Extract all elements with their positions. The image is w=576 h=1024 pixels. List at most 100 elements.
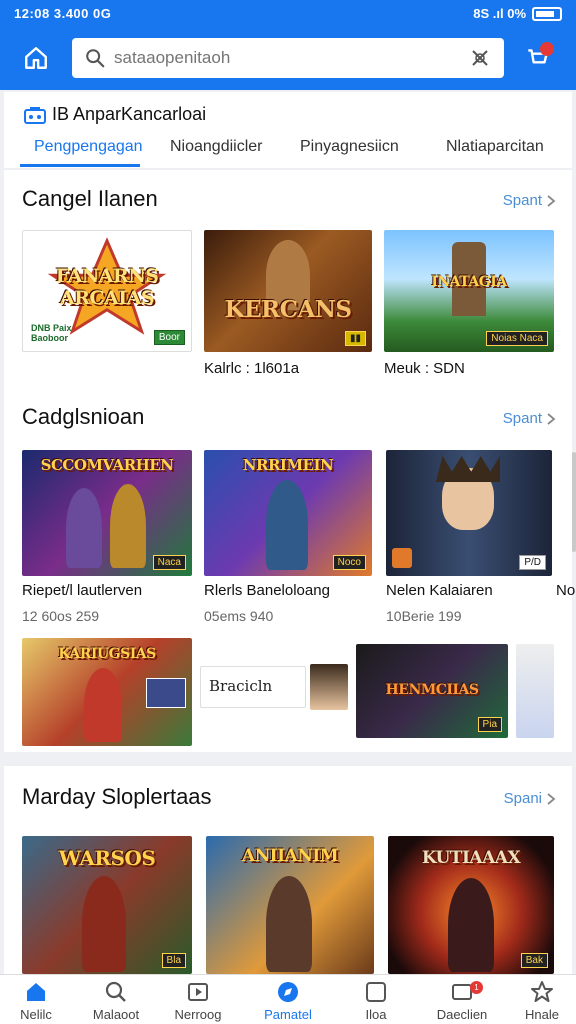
search-input[interactable] bbox=[114, 48, 468, 68]
game-tile-2[interactable]: KERCANS ▮▮ bbox=[204, 230, 372, 352]
status-indicators: 8S .ıl 0% bbox=[473, 6, 562, 21]
tile-subcaption: 12 60os 259 bbox=[22, 608, 100, 624]
game-tile-12[interactable]: ANIIANIM bbox=[206, 836, 374, 974]
app-header: 12:08 3.400 0G 8S .ıl 0% bbox=[0, 0, 576, 90]
nav-label: Daeclien bbox=[436, 1007, 488, 1022]
search-bar[interactable] bbox=[72, 38, 504, 78]
search-icon bbox=[105, 981, 126, 1002]
tile-tag: DNB Paix Baoboor bbox=[31, 323, 72, 343]
tile-chip: Naca bbox=[152, 555, 186, 570]
store-brand: IB AnparKancarloai bbox=[24, 104, 206, 125]
more-label: Spani bbox=[503, 790, 542, 807]
nav-item-5[interactable]: Iloa bbox=[340, 979, 412, 1022]
tile-caption: Meuk : SDN bbox=[384, 360, 465, 377]
section-more-link-1[interactable]: Spant bbox=[503, 192, 556, 209]
bottom-navigation: Nelilc Malaoot Nerroog Pamatel Iloa 1 Da… bbox=[0, 974, 576, 1024]
status-bar: 12:08 3.400 0G 8S .ıl 0% bbox=[0, 0, 576, 30]
tab-4[interactable]: Nlatiaparcitan bbox=[446, 138, 544, 156]
nav-item-1[interactable]: Nelilc bbox=[0, 979, 72, 1022]
game-tile-5[interactable]: NRRIMEIN Noco bbox=[204, 450, 372, 576]
clear-icon[interactable] bbox=[468, 46, 492, 70]
tab-2[interactable]: Nioangdiicler bbox=[170, 138, 263, 156]
game-tile-7[interactable]: KARIUGSIAS bbox=[22, 638, 192, 746]
nav-item-6[interactable]: 1 Daeclien bbox=[426, 979, 498, 1022]
hero-figure bbox=[110, 484, 146, 568]
section-title-2: Cadglsnioan bbox=[22, 404, 145, 429]
character-thumb[interactable] bbox=[310, 664, 348, 710]
scrollbar[interactable] bbox=[572, 452, 576, 552]
tile-chip: Boor bbox=[153, 330, 185, 345]
nav-label: Iloa bbox=[365, 1007, 387, 1022]
tile-subcaption: 10Berie 199 bbox=[386, 608, 462, 624]
nav-label: Nerroog bbox=[174, 1007, 222, 1022]
tile-logo: FANARNS ARCAIAS bbox=[55, 265, 159, 309]
nav-item-7[interactable]: Hnale bbox=[506, 979, 576, 1022]
nav-item-3[interactable]: Nerroog bbox=[162, 979, 234, 1022]
tile-logo: ANIIANIM bbox=[241, 846, 339, 866]
game-tile-10-partial[interactable] bbox=[516, 644, 554, 738]
featured-panel: Marday Sloplertaas Spani WARSOS Bla ANII… bbox=[4, 766, 572, 978]
game-tile-11[interactable]: WARSOS Bla bbox=[22, 836, 192, 974]
tile-chip: Pia bbox=[477, 717, 502, 732]
tile-label: Bracicln bbox=[209, 677, 273, 695]
nav-label: Hnale bbox=[525, 1007, 559, 1022]
hero-figure bbox=[266, 876, 312, 972]
section-title-3: Marday Sloplertaas bbox=[22, 784, 212, 809]
section-more-link-2[interactable]: Spant bbox=[503, 410, 556, 427]
category-panel: Cangel Ilanen Spant FANARNS ARCAIAS DNB … bbox=[4, 170, 575, 752]
nav-item-4[interactable]: Pamatel bbox=[252, 979, 324, 1022]
game-tile-6[interactable]: P/D bbox=[386, 450, 552, 576]
game-tile-9[interactable]: HENMCIIAS Pia bbox=[356, 644, 508, 738]
star-icon bbox=[531, 981, 553, 1002]
section-title-1: Cangel Ilanen bbox=[22, 186, 158, 211]
tile-caption: Rlerls Baneloloang bbox=[204, 582, 330, 599]
tile-caption: Riepet/l lautlerven bbox=[22, 582, 143, 599]
nav-label: Pamatel bbox=[264, 1007, 312, 1022]
status-text: 8S .ıl 0% bbox=[473, 6, 526, 21]
chevron-right-icon bbox=[547, 194, 556, 207]
more-label: Spant bbox=[502, 410, 542, 427]
nav-label: Malaoot bbox=[92, 1007, 140, 1022]
hero-figure bbox=[66, 488, 102, 568]
hero-figure bbox=[266, 480, 308, 570]
home-icon bbox=[27, 983, 45, 1001]
search-icon bbox=[86, 49, 105, 68]
character-hair bbox=[436, 456, 500, 482]
square-icon bbox=[366, 982, 386, 1002]
hero-figure bbox=[448, 878, 494, 972]
tab-1[interactable]: Pengpengagan bbox=[34, 138, 143, 156]
tile-chip: Bla bbox=[161, 953, 186, 968]
game-tile-1[interactable]: FANARNS ARCAIAS DNB Paix Baoboor Boor bbox=[22, 230, 192, 352]
compass-icon bbox=[278, 982, 298, 1002]
nav-label: Nelilc bbox=[20, 1007, 52, 1022]
cart-badge bbox=[540, 42, 554, 56]
tab-3[interactable]: Pinyagnesiicn bbox=[300, 138, 399, 156]
thumbnail-art bbox=[146, 678, 186, 708]
store-title: IB AnparKancarloai bbox=[52, 104, 207, 124]
tile-logo: KUTIAAAX bbox=[421, 848, 521, 868]
home-button[interactable] bbox=[16, 40, 56, 76]
chevron-right-icon bbox=[547, 412, 556, 425]
game-tile-3[interactable]: INATAGIA Noias Naca bbox=[384, 230, 554, 352]
game-badge-icon bbox=[392, 548, 412, 568]
tile-caption: Nelen Kalaiaren bbox=[386, 582, 493, 599]
cart-button[interactable] bbox=[518, 40, 558, 76]
game-tile-8[interactable]: Bracicln bbox=[200, 666, 306, 708]
battery-icon bbox=[532, 6, 562, 21]
play-icon bbox=[188, 983, 208, 1001]
game-tile-13[interactable]: KUTIAAAX Bak bbox=[388, 836, 554, 974]
tile-logo: KARIUGSIAS bbox=[58, 646, 156, 662]
chevron-right-icon bbox=[547, 792, 556, 805]
tile-caption: Kalrlc : 1l601a bbox=[204, 360, 300, 377]
tile-chip: Noias Naca bbox=[486, 331, 548, 346]
section-more-link-3[interactable]: Spani bbox=[504, 790, 556, 807]
nav-item-2[interactable]: Malaoot bbox=[80, 979, 152, 1022]
tile-logo: NRRIMEIN bbox=[242, 456, 334, 474]
tile-chip: P/D bbox=[519, 555, 546, 570]
tile-logo: INATAGIA bbox=[431, 274, 507, 290]
tile-subcaption: 05ems 940 bbox=[204, 608, 274, 624]
tile-chip: Noco bbox=[332, 555, 366, 570]
game-tile-4[interactable]: SCCOMVARHEN Naca bbox=[22, 450, 192, 576]
hero-figure bbox=[84, 668, 122, 742]
hero-figure bbox=[82, 876, 126, 972]
